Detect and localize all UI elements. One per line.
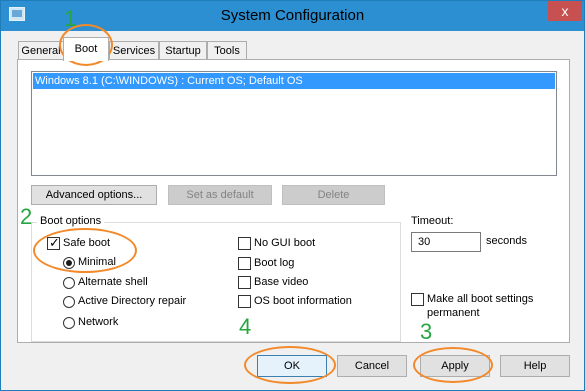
tab-boot[interactable]: Boot (63, 37, 109, 61)
base-video-label: Base video (254, 276, 309, 288)
alternate-shell-label: Alternate shell (78, 276, 148, 288)
help-button[interactable]: Help (500, 355, 570, 377)
active-directory-repair-radio[interactable] (63, 296, 75, 308)
timeout-label: Timeout: (411, 215, 454, 227)
tab-general[interactable]: General (18, 41, 64, 60)
annotation-number-2: 2 (20, 204, 33, 229)
make-permanent-label-line2: permanent (427, 307, 480, 319)
boot-log-label: Boot log (254, 257, 295, 269)
network-label: Network (78, 316, 119, 328)
advanced-options-button[interactable]: Advanced options... (31, 185, 157, 205)
make-permanent-label-line1: Make all boot settings (427, 293, 534, 305)
window-title: System Configuration (220, 7, 365, 24)
os-boot-information-checkbox[interactable] (238, 295, 251, 308)
base-video-checkbox[interactable] (238, 276, 251, 289)
set-as-default-button[interactable]: Set as default (168, 185, 272, 205)
list-item-os[interactable]: Windows 8.1 (C:\WINDOWS) : Current OS; D… (33, 73, 555, 89)
boot-options-label: Boot options (37, 215, 105, 227)
annotation-number-4: 4 (239, 314, 252, 339)
make-permanent-checkbox[interactable] (411, 293, 424, 306)
os-boot-information-label: OS boot information (254, 295, 352, 307)
timeout-units-label: seconds (486, 235, 527, 247)
annotation-number-3: 3 (420, 319, 433, 344)
no-gui-boot-label: No GUI boot (254, 237, 316, 249)
network-radio[interactable] (63, 317, 75, 329)
boot-log-checkbox[interactable] (238, 257, 251, 270)
no-gui-boot-checkbox[interactable] (238, 237, 251, 250)
close-button[interactable]: x (548, 1, 582, 21)
alternate-shell-radio[interactable] (63, 277, 75, 289)
tab-startup[interactable]: Startup (159, 41, 207, 60)
cancel-button[interactable]: Cancel (337, 355, 407, 377)
active-directory-repair-label: Active Directory repair (78, 295, 187, 307)
annotation-oval-apply (413, 347, 493, 383)
annotation-oval-safe-boot (33, 228, 137, 273)
system-configuration-window: System Configuration x General Boot Serv… (0, 0, 585, 391)
annotation-oval-ok (244, 346, 336, 384)
timeout-input[interactable]: 30 (411, 232, 481, 252)
tab-services[interactable]: Services (109, 41, 159, 60)
tab-tools[interactable]: Tools (207, 41, 247, 60)
os-list[interactable]: Windows 8.1 (C:\WINDOWS) : Current OS; D… (31, 71, 557, 176)
delete-button[interactable]: Delete (282, 185, 385, 205)
